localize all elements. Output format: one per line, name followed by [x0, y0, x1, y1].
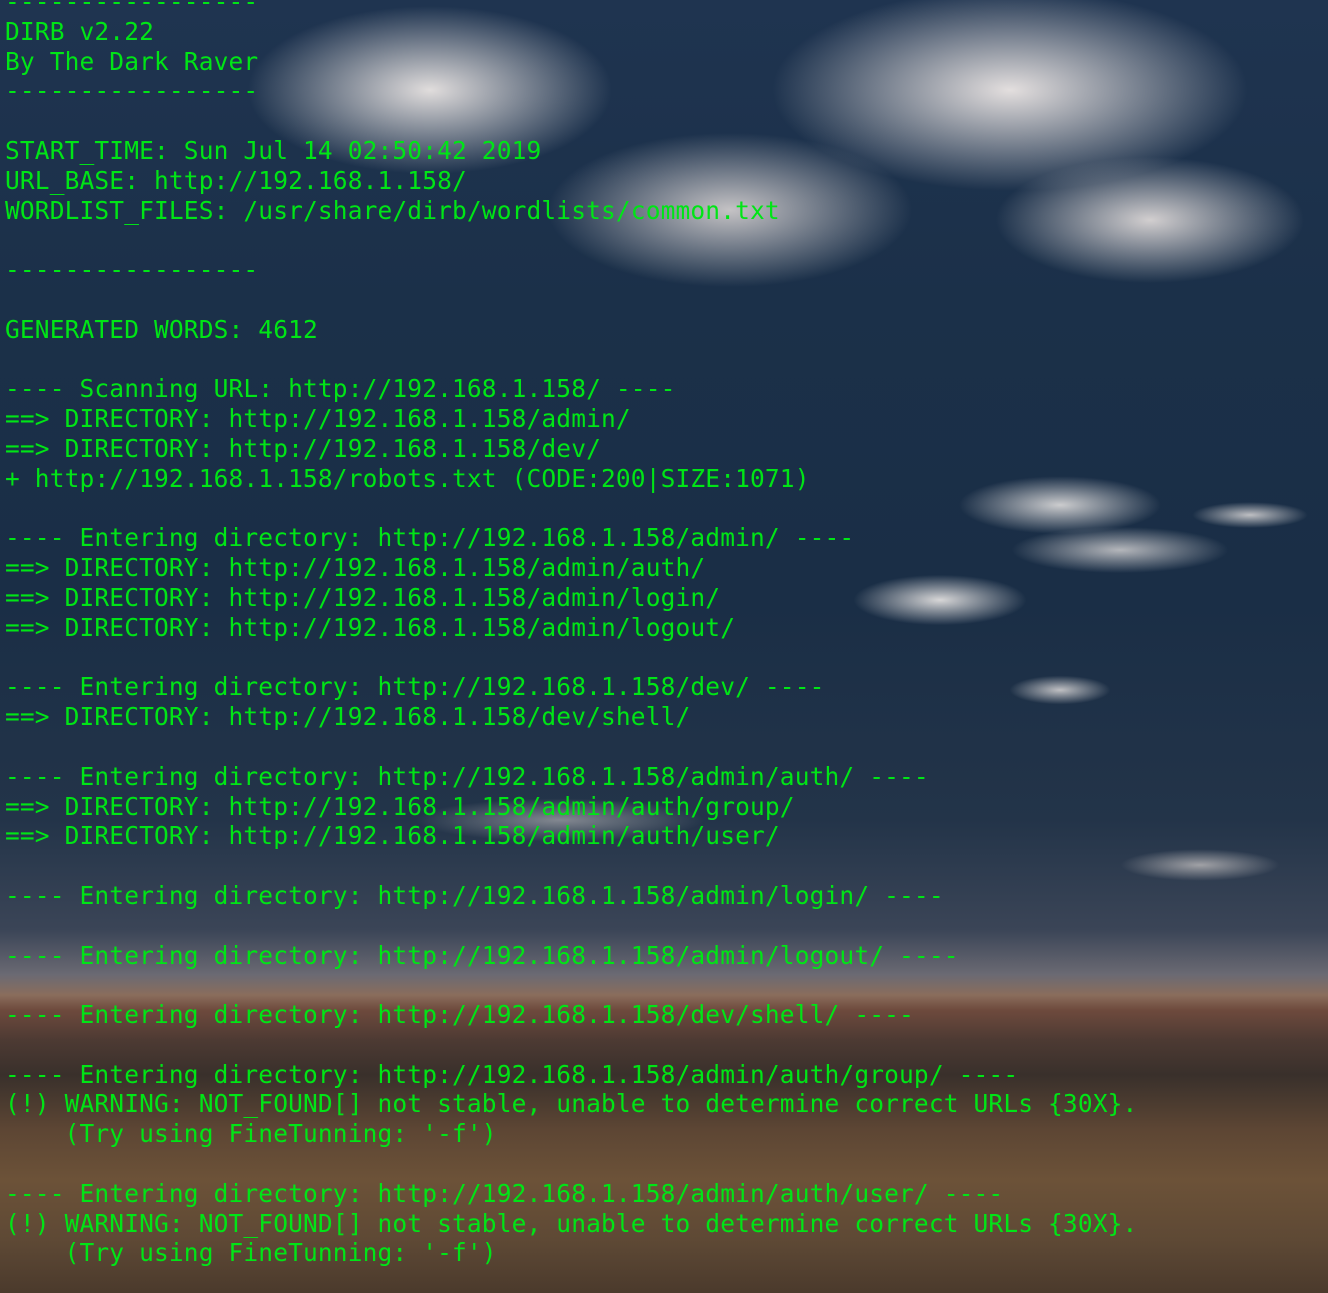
terminal-output[interactable]: ----------------- DIRB v2.22 By The Dark… — [0, 0, 1328, 1293]
terminal-line: ---- Entering directory: http://192.168.… — [5, 940, 959, 970]
terminal-line: By The Dark Raver — [5, 46, 259, 76]
terminal-line: (Try using FineTunning: '-f') — [5, 1238, 497, 1268]
terminal-line: GENERATED WORDS: 4612 — [5, 314, 318, 344]
terminal-line: ---- Entering directory: http://192.168.… — [5, 672, 825, 702]
terminal-line: ==> DIRECTORY: http://192.168.1.158/admi… — [5, 612, 736, 642]
terminal-line: ---- Entering directory: http://192.168.… — [5, 880, 944, 910]
terminal-line: ---- Scanning URL: http://192.168.1.158/… — [5, 374, 676, 404]
terminal-line: ==> DIRECTORY: http://192.168.1.158/dev/… — [5, 702, 691, 732]
terminal-line: START_TIME: Sun Jul 14 02:50:42 2019 — [5, 135, 542, 165]
terminal-line: ==> DIRECTORY: http://192.168.1.158/admi… — [5, 553, 706, 583]
terminal-line: (Try using FineTunning: '-f') — [5, 1119, 497, 1149]
terminal-line: URL_BASE: http://192.168.1.158/ — [5, 165, 467, 195]
terminal-line: ==> DIRECTORY: http://192.168.1.158/dev/ — [5, 433, 602, 463]
terminal-line: ----------------- — [5, 255, 259, 285]
terminal-line: WORDLIST_FILES: /usr/share/dirb/wordlist… — [5, 195, 780, 225]
terminal-line: (!) WARNING: NOT_FOUND[] not stable, una… — [5, 1208, 1138, 1238]
terminal-line: ==> DIRECTORY: http://192.168.1.158/admi… — [5, 582, 721, 612]
terminal-line: ----------------- — [5, 76, 259, 106]
terminal-line: ==> DIRECTORY: http://192.168.1.158/admi… — [5, 821, 780, 851]
terminal-line: (!) WARNING: NOT_FOUND[] not stable, una… — [5, 1089, 1138, 1119]
terminal-line: ---- Entering directory: http://192.168.… — [5, 1059, 1019, 1089]
terminal-line: ---- Entering directory: http://192.168.… — [5, 523, 855, 553]
terminal-line: DIRB v2.22 — [5, 16, 155, 46]
terminal-line: + http://192.168.1.158/robots.txt (CODE:… — [5, 463, 810, 493]
terminal-line: ---- Entering directory: http://192.168.… — [5, 1178, 1004, 1208]
terminal-line: ==> DIRECTORY: http://192.168.1.158/admi… — [5, 791, 795, 821]
terminal-line: ---- Entering directory: http://192.168.… — [5, 1000, 914, 1030]
terminal-line: ==> DIRECTORY: http://192.168.1.158/admi… — [5, 404, 631, 434]
terminal-line: ---- Entering directory: http://192.168.… — [5, 761, 929, 791]
terminal-line: ----------------- — [5, 0, 259, 16]
